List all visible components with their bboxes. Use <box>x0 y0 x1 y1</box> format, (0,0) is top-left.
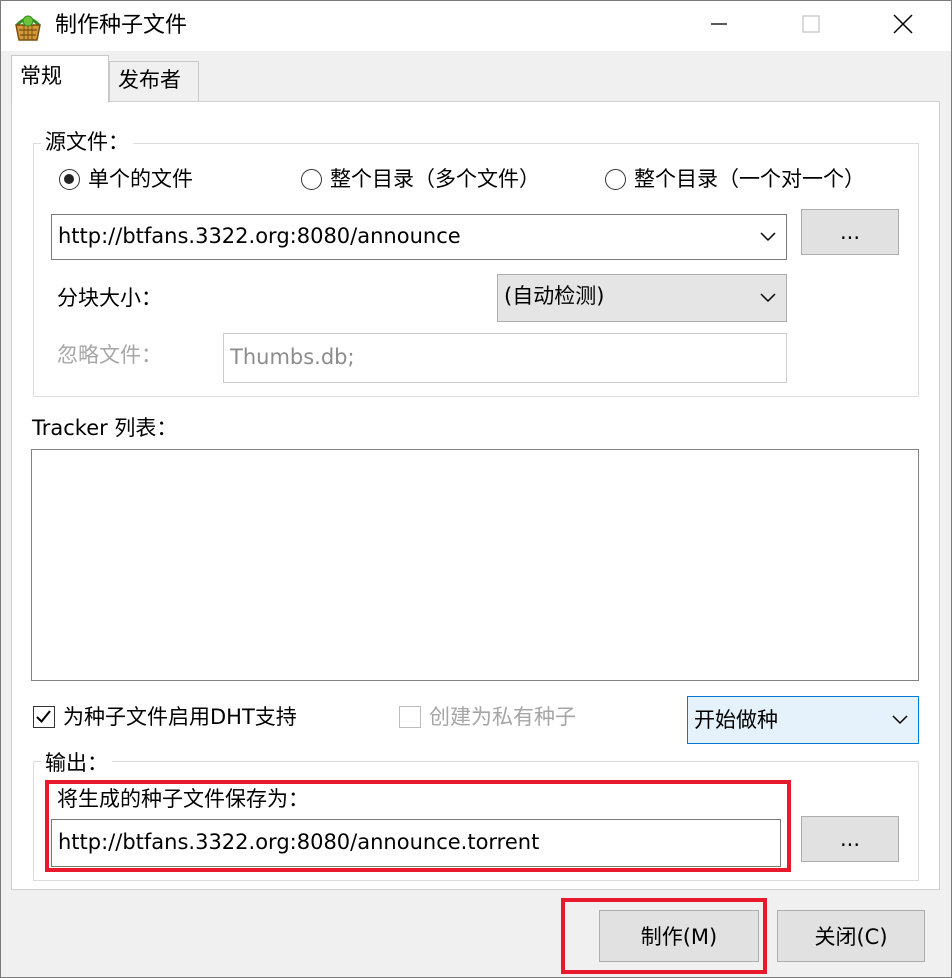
private-torrent-label: 创建为私有种子 <box>429 705 576 729</box>
browse-label: ... <box>839 827 861 851</box>
tab-label: 常规 <box>20 64 62 88</box>
radio-indicator <box>301 168 322 190</box>
private-torrent-checkbox <box>399 706 421 728</box>
dht-label[interactable]: 为种子文件启用DHT支持 <box>63 703 297 731</box>
browse-label: ... <box>839 220 861 244</box>
radio-label: 整个目录（一个对一个） <box>634 167 865 191</box>
make-button-label: 制作(M) <box>640 925 718 949</box>
radio-label: 整个目录（多个文件） <box>330 167 540 191</box>
tracker-list-label: Tracker 列表： <box>32 416 178 440</box>
dht-checkbox[interactable] <box>33 706 55 728</box>
close-icon <box>892 13 914 39</box>
tab-publisher[interactable]: 发布者 <box>109 61 199 101</box>
maximize-icon <box>801 14 821 38</box>
make-button[interactable]: 制作(M) <box>599 910 759 962</box>
dialog-window: 制作种子文件 常规 发布者 源文件： 单个的文件 整个目录（多个文件） 整个目录… <box>0 0 952 978</box>
window-title: 制作种子文件 <box>55 13 188 38</box>
ignore-files-field: Thumbs.db; <box>223 333 787 383</box>
save-as-label: 将生成的种子文件保存为： <box>57 787 309 811</box>
minimize-icon <box>709 14 729 38</box>
radio-whole-directory-multi[interactable]: 整个目录（多个文件） <box>301 165 540 193</box>
source-browse-button[interactable]: ... <box>801 209 899 255</box>
output-browse-button[interactable]: ... <box>801 816 899 862</box>
chevron-down-icon <box>760 215 776 259</box>
tab-label: 发布者 <box>118 68 181 92</box>
source-group-title: 源文件： <box>41 129 133 155</box>
ignore-files-label: 忽略文件： <box>57 343 162 367</box>
ignore-files-value: Thumbs.db; <box>230 345 355 369</box>
block-size-select[interactable]: (自动检测) <box>497 274 787 322</box>
close-button-label: 关闭(C) <box>814 925 888 949</box>
source-path-value: http://btfans.3322.org:8080/announce <box>58 224 461 248</box>
radio-indicator <box>59 168 80 190</box>
chevron-down-icon <box>760 275 776 321</box>
tracker-list-textarea[interactable] <box>31 449 919 681</box>
radio-single-file[interactable]: 单个的文件 <box>59 165 193 193</box>
radio-indicator <box>605 168 626 190</box>
block-size-value: (自动检测) <box>504 284 605 308</box>
title-bar[interactable]: 制作种子文件 <box>1 1 951 51</box>
source-path-combo[interactable]: http://btfans.3322.org:8080/announce <box>51 214 787 260</box>
close-button[interactable] <box>857 1 949 51</box>
app-basket-icon <box>13 11 43 43</box>
tab-general[interactable]: 常规 <box>11 55 109 103</box>
close-dialog-button[interactable]: 关闭(C) <box>777 910 925 962</box>
maximize-button <box>765 1 857 51</box>
save-path-field[interactable]: http://btfans.3322.org:8080/announce.tor… <box>51 819 781 867</box>
seed-mode-value: 开始做种 <box>694 708 778 732</box>
radio-label: 单个的文件 <box>88 167 193 191</box>
save-path-value: http://btfans.3322.org:8080/announce.tor… <box>58 830 540 854</box>
radio-whole-directory-one-to-one[interactable]: 整个目录（一个对一个） <box>605 165 865 193</box>
minimize-button[interactable] <box>673 1 765 51</box>
seed-mode-select[interactable]: 开始做种 <box>687 696 919 744</box>
checkmark-icon <box>36 710 51 723</box>
chevron-down-icon <box>892 697 908 743</box>
output-group-title: 输出： <box>41 750 112 776</box>
block-size-label: 分块大小： <box>57 286 162 310</box>
